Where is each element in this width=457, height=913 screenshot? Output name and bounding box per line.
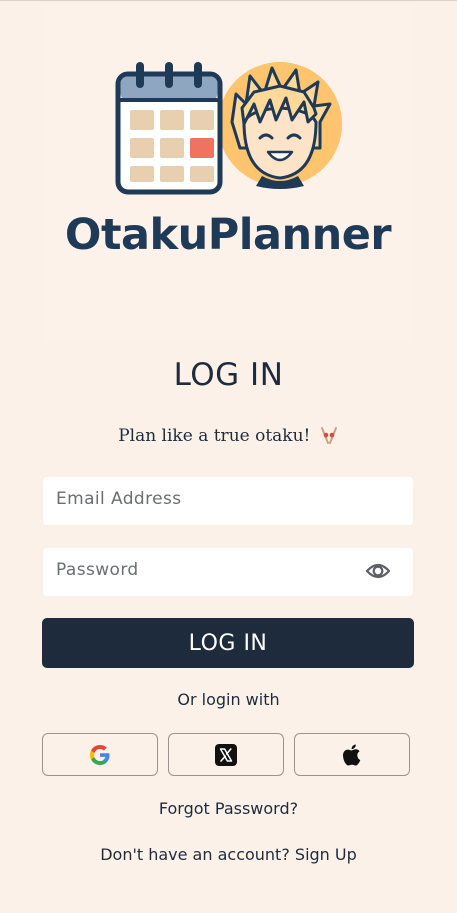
email-input[interactable]	[43, 477, 413, 521]
x-icon	[215, 743, 237, 766]
top-border	[0, 0, 457, 1]
chopsticks-icon	[320, 427, 337, 444]
show-password-icon[interactable]	[365, 560, 391, 582]
page-title: LOG IN	[173, 357, 284, 393]
apple-login-button[interactable]	[294, 733, 410, 776]
tagline: Plan like a true otaku!	[0, 426, 457, 446]
login-button[interactable]: LOG IN	[42, 618, 414, 668]
password-field	[43, 548, 413, 596]
signup-prompt: Don't have an account? Sign Up	[0, 845, 457, 864]
logo-illustration	[115, 62, 342, 195]
email-field	[43, 477, 413, 525]
forgot-password-link[interactable]: Forgot Password?	[0, 799, 457, 818]
signup-link[interactable]: Sign Up	[295, 845, 357, 864]
apple-icon	[343, 744, 361, 765]
alt-login-label: Or login with	[177, 690, 280, 709]
signup-prompt-text: Don't have an account?	[100, 845, 290, 864]
google-icon	[90, 744, 110, 765]
x-login-button[interactable]	[168, 733, 284, 776]
tagline-text: Plan like a true otaku!	[118, 426, 311, 446]
app-logo: OtakuPlanner	[44, 4, 412, 342]
password-input[interactable]	[43, 548, 413, 592]
brand-name: OtakuPlanner	[64, 210, 392, 260]
google-login-button[interactable]	[42, 733, 158, 776]
